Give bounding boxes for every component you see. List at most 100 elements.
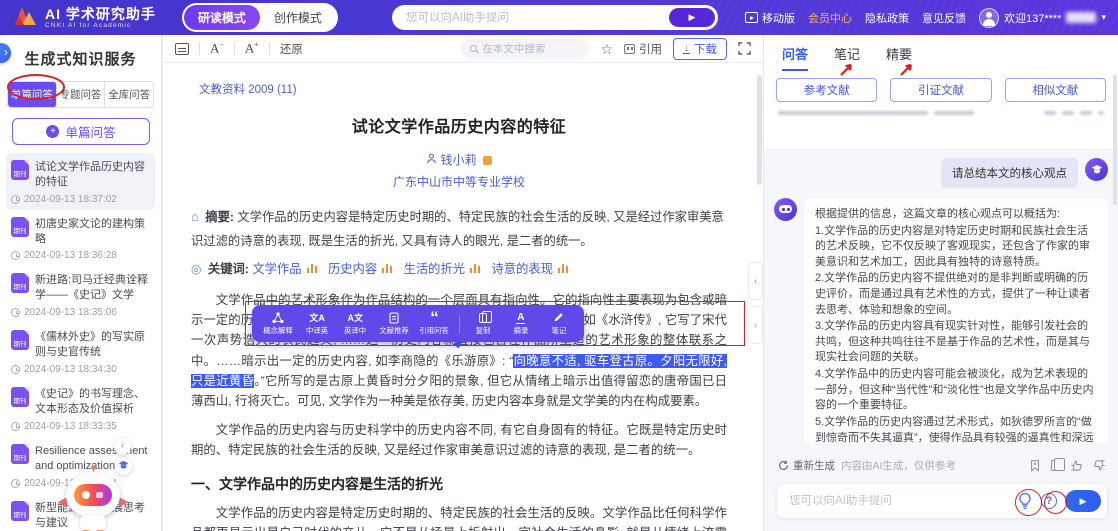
cite-button[interactable]: 引用 — [624, 41, 662, 57]
author-badge-icon — [483, 156, 492, 165]
excerpt-button[interactable]: A 摘录 — [506, 311, 536, 336]
mobile-version-link[interactable]: 移动版 — [745, 10, 795, 26]
chart-icon[interactable] — [307, 264, 317, 273]
clock-icon — [11, 308, 20, 317]
document-scrollbar[interactable] — [757, 75, 762, 185]
sidebar-collapse-mini-button[interactable]: ‹ — [114, 438, 131, 455]
note-button[interactable]: 笔记 — [544, 311, 574, 336]
ai-message: 根据提供的信息，这篇文章的核心观点可以概括为: 1.文学作品的历史内容是对特定历… — [774, 198, 1108, 443]
similar-literature-button[interactable]: 相似文献 — [1005, 78, 1106, 102]
journal-icon: 期刊 — [11, 387, 29, 407]
keyword-link[interactable]: 生活的折光 — [404, 262, 466, 276]
fullscreen-icon[interactable] — [738, 42, 751, 55]
account-menu[interactable]: 欢迎137**** ▾ — [979, 8, 1106, 28]
chart-icon[interactable] — [470, 264, 480, 273]
user-chat-avatar — [1085, 158, 1108, 181]
chat-send-button[interactable]: ▶ — [1065, 490, 1101, 512]
keyword-link[interactable]: 诗意的表现 — [492, 262, 554, 276]
list-item[interactable]: 期刊 《史记》的书写理念、文本形态及价值探析 2024-09-13 18:33:… — [6, 380, 155, 437]
app-title: AI 学术研究助手 — [45, 7, 156, 22]
chart-icon[interactable] — [382, 264, 392, 273]
answer-line: 2.文学作品的历史内容不提供绝对的是非判断或明确的历史评价，而是通过具有艺术性的… — [815, 271, 1097, 318]
outline-icon[interactable] — [175, 43, 189, 55]
vip-center-link[interactable]: 会员中心 — [808, 10, 852, 26]
tab-topic-qa[interactable]: 专题问答 — [57, 82, 106, 107]
affiliation[interactable]: 广东中山市中等专业学校 — [191, 173, 727, 190]
citing-literature-button[interactable]: 引证文献 — [890, 78, 991, 102]
literature-recommend-button[interactable]: 文献推荐 — [378, 311, 410, 336]
answer-line: 4.文学作品中的历史内容可能会被淡化，成为艺术表现的一部分，但这种“当代性”和“… — [815, 367, 1097, 414]
mode-tab-read[interactable]: 研读模式 — [184, 5, 260, 30]
ai-disclaimer: 内容由AI生成，仅供参考 — [841, 458, 956, 473]
chat-input-bar: ? ▶ — [777, 484, 1107, 518]
keyword-link[interactable]: 文学作品 — [252, 262, 301, 276]
copy-button[interactable]: 复制 — [468, 311, 498, 336]
toolbar-divider — [459, 315, 460, 333]
app-header: AI 学术研究助手 CNKI AI for Academic 研读模式 创作模式… — [0, 0, 1118, 35]
en-to-zh-button[interactable]: A文 英译中 — [340, 311, 370, 336]
list-item[interactable]: 期刊 试论文学作品历史内容的特征 2024-09-13 18:37:02 — [6, 153, 155, 210]
tab-highlights[interactable]: 精要 — [886, 44, 912, 71]
assistant-mascot[interactable] — [58, 465, 128, 531]
mobile-icon — [745, 12, 758, 23]
chat-input[interactable] — [789, 495, 1009, 507]
font-smaller-button[interactable]: A− — [210, 40, 224, 56]
body-paragraph: 文学作品的历史内容是特定历史时期的、特定民族的社会生活的反映。文学作品比任何科学… — [191, 503, 727, 531]
new-single-doc-qa-button[interactable]: + 单篇问答 — [12, 118, 150, 145]
help-icon[interactable]: ? — [1041, 493, 1057, 509]
collapse-left-handle[interactable]: ‹ — [748, 262, 763, 300]
author-line: 钱小莉 — [191, 151, 727, 168]
tab-library-qa[interactable]: 全库问答 — [105, 82, 153, 107]
abstract: ⌂ 摘要: 文学作品的历史内容是特定历史时期的、特定民族的社会生活的反映, 又是… — [191, 204, 727, 254]
in-document-search-input[interactable] — [482, 43, 572, 55]
tab-qa[interactable]: 问答 — [782, 44, 808, 71]
panel-scrollbar[interactable] — [1113, 75, 1117, 205]
user-message: 请总结本文的核心观点 — [774, 158, 1108, 188]
citation-qa-button[interactable]: “ 引用问答 — [418, 311, 450, 336]
journal-icon: 期刊 — [11, 501, 29, 521]
regenerate-button[interactable]: 重新生成 — [778, 458, 835, 473]
mode-toggle: 研读模式 创作模式 — [182, 3, 338, 32]
mode-tab-create[interactable]: 创作模式 — [260, 5, 336, 30]
chart-icon[interactable] — [558, 264, 568, 273]
excerpt-icon: A — [516, 311, 525, 324]
clock-icon — [11, 479, 20, 488]
list-item[interactable]: 期刊 初唐史家文论的建构策略 2024-09-13 18:36:28 — [6, 210, 155, 267]
download-button[interactable]: ↓ 下载 — [673, 38, 727, 60]
tab-notes[interactable]: 笔记 — [834, 44, 860, 71]
copy-answer-icon[interactable] — [1051, 460, 1060, 471]
answer-line: 5.文学作品的历史内容通过艺术形式，如狄德罗所言的“做到惊奇而不失其逼真”，使得… — [815, 415, 1097, 443]
tab-single-doc-qa[interactable]: 单篇问答 — [8, 82, 57, 107]
person-icon — [426, 153, 437, 164]
journal-source-link[interactable]: 文教资料 2009 (11) — [199, 81, 297, 97]
document-icon — [389, 311, 399, 324]
privacy-link[interactable]: 隐私政策 — [865, 10, 909, 26]
redacted-phone — [1066, 12, 1096, 23]
list-item[interactable]: 期刊 新进路:司马迁经典诠释学——《史记》文学研... 2024-09-13 1… — [6, 266, 155, 323]
favorite-star-icon[interactable]: ☆ — [600, 42, 613, 56]
journal-icon: 期刊 — [11, 444, 29, 464]
save-to-note-icon[interactable] — [1029, 459, 1041, 472]
list-item[interactable]: 期刊 《儒林外史》的写实原则与史官传统 2024-09-13 18:34:30 — [6, 323, 155, 380]
clock-icon — [11, 251, 20, 260]
translate-zh-en-icon: 文A — [309, 311, 325, 324]
lightbulb-icon[interactable] — [1017, 492, 1033, 510]
header-search-input[interactable] — [406, 12, 669, 24]
restore-button[interactable]: 还原 — [280, 41, 303, 57]
header-send-button[interactable]: ▶ — [669, 8, 715, 27]
keyword-link[interactable]: 历史内容 — [328, 262, 377, 276]
references-button[interactable]: 参考文献 — [776, 78, 877, 102]
user-question-chip[interactable]: 请总结本文的核心观点 — [941, 158, 1078, 188]
concept-explain-button[interactable]: 概念解释 — [262, 311, 294, 336]
ai-panel-tabs: 问答 笔记 精要 — [764, 35, 1118, 71]
thumbs-down-icon[interactable] — [1093, 459, 1106, 472]
app-subtitle: CNKI AI for Academic — [45, 22, 156, 29]
pencil-icon — [553, 311, 564, 324]
author-name[interactable]: 钱小莉 — [440, 153, 476, 167]
font-larger-button[interactable]: A+ — [245, 40, 259, 56]
zh-to-en-button[interactable]: 文A 中译英 — [302, 311, 332, 336]
welcome-text: 欢迎137**** — [1004, 10, 1061, 26]
collapse-right-handle[interactable]: › — [748, 306, 763, 344]
thumbs-up-icon[interactable] — [1070, 459, 1083, 472]
feedback-link[interactable]: 意见反馈 — [922, 10, 966, 26]
